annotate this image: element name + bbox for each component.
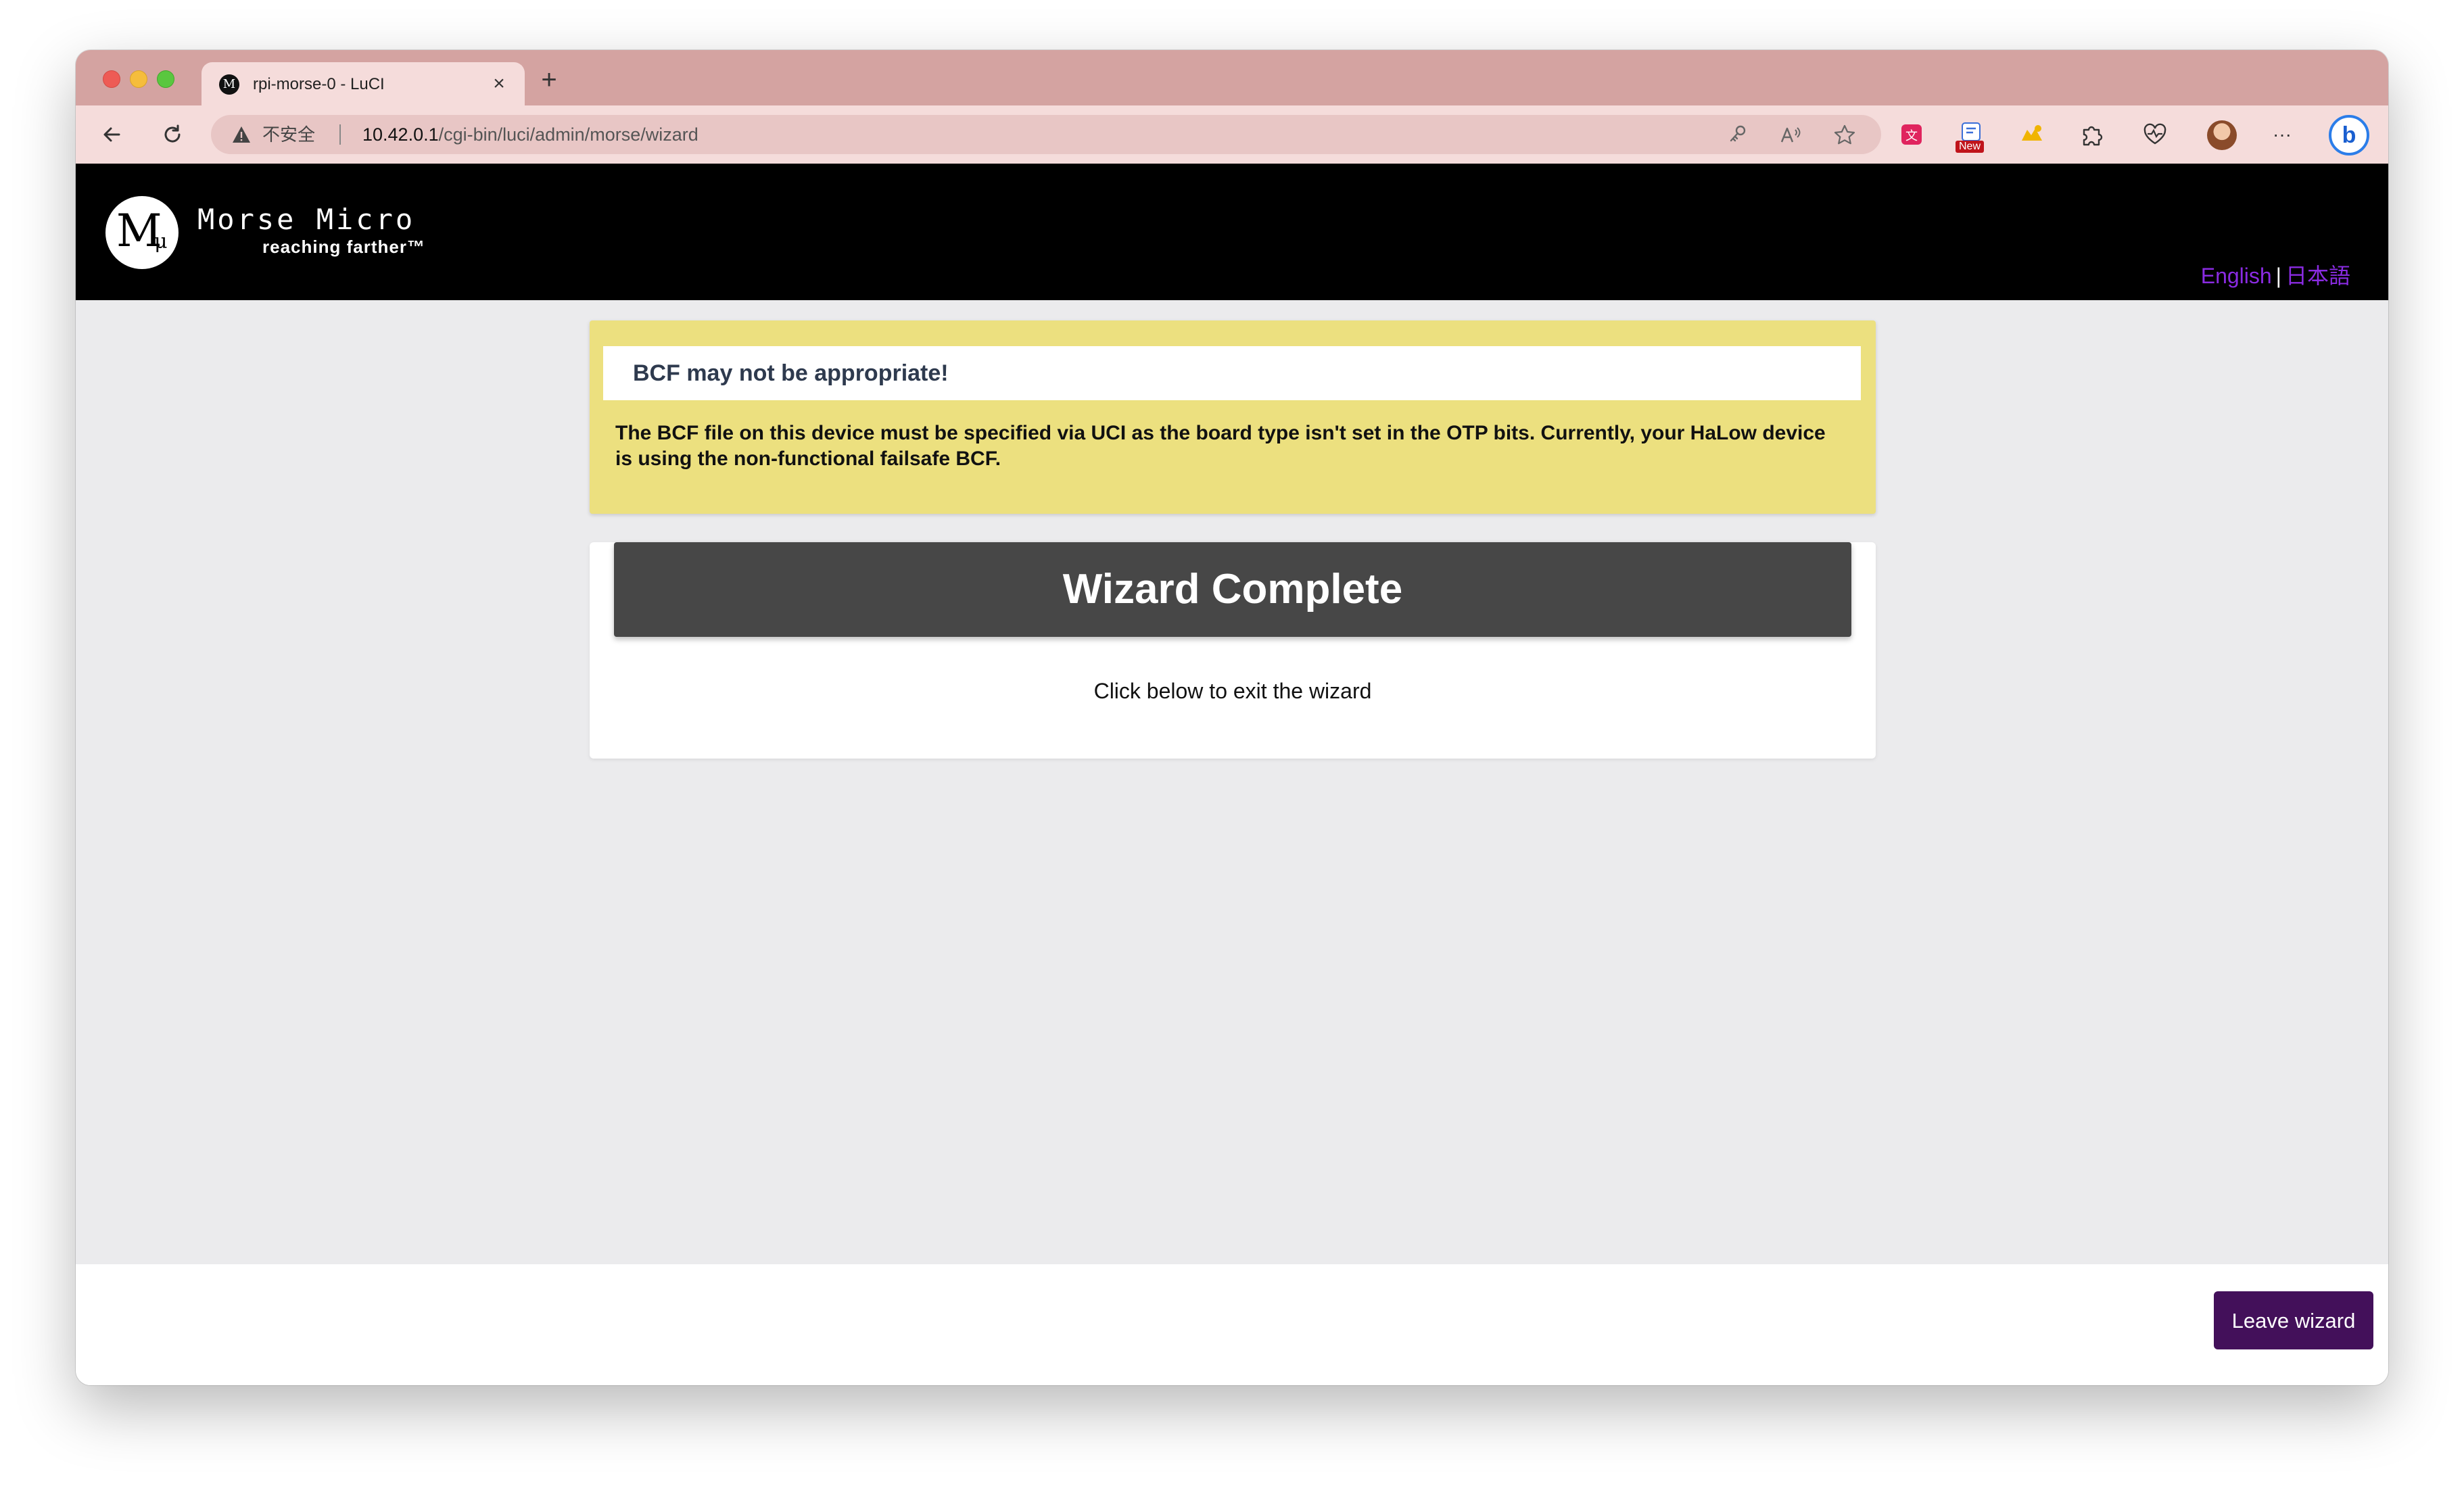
wizard-header: Wizard Complete: [614, 542, 1851, 637]
warning-title-bar: BCF may not be appropriate!: [603, 346, 1861, 400]
url-text[interactable]: 10.42.0.1/cgi-bin/luci/admin/morse/wizar…: [362, 124, 698, 145]
key-icon[interactable]: [1726, 123, 1750, 147]
address-bar[interactable]: 不安全 10.42.0.1/cgi-bin/luci/admin/morse/w…: [211, 115, 1881, 154]
warning-message: The BCF file on this device must be spec…: [615, 422, 1826, 470]
wizard-footer: Leave wizard: [76, 1264, 2388, 1385]
wizard-title: Wizard Complete: [1062, 566, 1403, 613]
lang-english-link[interactable]: English: [2201, 264, 2272, 288]
site-header: Mμ Morse Micro reaching farther™ English…: [76, 164, 2388, 300]
language-switcher: English | 日本語: [2201, 262, 2350, 289]
reload-icon[interactable]: [156, 118, 189, 151]
new-extension-icon[interactable]: New: [1956, 120, 1985, 153]
zoom-window-button[interactable]: [157, 70, 174, 88]
lang-separator: |: [2275, 264, 2281, 288]
browser-toolbar: 不安全 10.42.0.1/cgi-bin/luci/admin/morse/w…: [76, 105, 2388, 164]
extensions-puzzle-icon[interactable]: [2077, 120, 2106, 149]
warning-title: BCF may not be appropriate!: [633, 360, 949, 386]
security-label[interactable]: 不安全: [262, 124, 315, 145]
svg-text:文: 文: [1905, 129, 1918, 143]
bcf-warning-panel: BCF may not be appropriate! The BCF file…: [590, 320, 1876, 514]
address-separator: [339, 124, 341, 145]
brand-tagline: reaching farther™: [262, 237, 425, 257]
leave-wizard-button[interactable]: Leave wizard: [2214, 1291, 2373, 1349]
browser-window: M rpi-morse-0 - LuCI × + 不安全 10.42.0.1/c…: [76, 50, 2388, 1385]
bing-copilot-icon[interactable]: b: [2329, 115, 2369, 155]
new-tab-button[interactable]: +: [534, 65, 564, 95]
more-menu-icon[interactable]: ···: [2268, 120, 2296, 149]
profile-avatar-icon[interactable]: [2207, 120, 2237, 150]
url-path: /cgi-bin/luci/admin/morse/wizard: [438, 124, 698, 145]
new-badge: New: [1956, 141, 1985, 153]
close-window-button[interactable]: [103, 70, 120, 88]
favorite-star-icon[interactable]: [1832, 123, 1857, 147]
url-host: 10.42.0.1: [362, 124, 439, 145]
morse-micro-favicon-icon: M: [219, 74, 239, 95]
back-arrow-icon[interactable]: [96, 118, 130, 151]
morse-micro-logo-icon[interactable]: Mμ: [105, 196, 179, 269]
read-aloud-icon[interactable]: [1778, 123, 1803, 147]
lang-japanese-link[interactable]: 日本語: [2285, 264, 2350, 288]
tab-bar: M rpi-morse-0 - LuCI × +: [76, 50, 2388, 105]
brand-name: Morse Micro: [197, 203, 416, 236]
warning-triangle-icon[interactable]: [231, 124, 252, 145]
wizard-subtitle: Click below to exit the wizard: [1093, 679, 1372, 703]
wizard-complete-panel: Wizard Complete Click below to exit the …: [590, 542, 1876, 759]
tab-active[interactable]: M rpi-morse-0 - LuCI ×: [202, 62, 525, 105]
tab-close-icon[interactable]: ×: [487, 72, 511, 96]
main-content: BCF may not be appropriate! The BCF file…: [76, 300, 2388, 1314]
minimize-window-button[interactable]: [130, 70, 147, 88]
health-heart-icon[interactable]: [2141, 120, 2169, 149]
tab-title: rpi-morse-0 - LuCI: [253, 75, 385, 93]
shopping-extension-icon[interactable]: [2018, 120, 2046, 149]
translate-extension-icon[interactable]: 文: [1897, 120, 1926, 149]
